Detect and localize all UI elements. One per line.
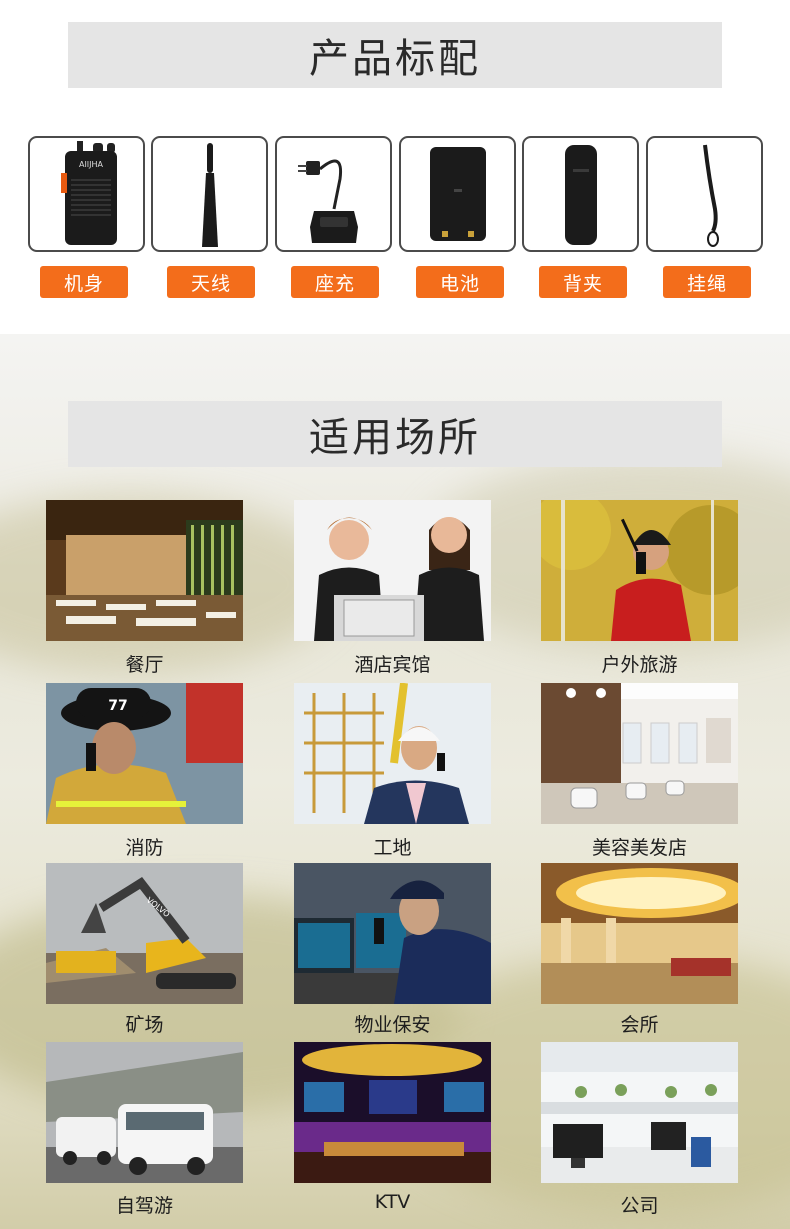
place-label-mine: 矿场 bbox=[125, 1014, 164, 1036]
construction-site-photo bbox=[294, 683, 491, 824]
hotel-reception-photo bbox=[294, 500, 491, 641]
antenna-icon bbox=[201, 143, 218, 247]
place-label-restaurant: 餐厅 bbox=[125, 654, 164, 676]
office-photo bbox=[541, 1042, 738, 1183]
battery-icon bbox=[429, 147, 486, 241]
walkie-talkie-body-icon: AIIJHA bbox=[60, 141, 117, 245]
desktop-charger-icon bbox=[297, 159, 358, 243]
helmet-number-text: 77 bbox=[108, 698, 127, 714]
club-lobby-photo bbox=[541, 863, 738, 1004]
accessory-card-charger[interactable] bbox=[275, 136, 392, 252]
place-label-construction: 工地 bbox=[373, 837, 412, 859]
places-title: 适用场所 bbox=[68, 401, 722, 467]
outdoor-travel-photo bbox=[541, 500, 738, 641]
mining-excavator-photo: VOLVO bbox=[46, 863, 243, 1004]
belt-clip-icon bbox=[564, 145, 597, 245]
place-label-ktv: KTV bbox=[374, 1191, 411, 1213]
accessory-card-antenna[interactable] bbox=[151, 136, 268, 252]
accessory-label-lanyard: 挂绳 bbox=[663, 266, 751, 298]
restaurant-photo bbox=[46, 500, 243, 641]
ktv-room-photo bbox=[294, 1042, 491, 1183]
place-label-fire: 消防 bbox=[125, 837, 164, 859]
security-guard-photo bbox=[294, 863, 491, 1004]
accessory-card-belt-clip[interactable] bbox=[522, 136, 639, 252]
accessory-label-battery: 电池 bbox=[416, 266, 504, 298]
accessory-card-body[interactable]: AIIJHA bbox=[28, 136, 145, 252]
firefighter-photo: 77 bbox=[46, 683, 243, 824]
place-label-office: 公司 bbox=[620, 1195, 659, 1217]
config-title: 产品标配 bbox=[68, 22, 722, 88]
place-label-hotel: 酒店宾馆 bbox=[354, 654, 431, 676]
radio-brand-text: AIIJHA bbox=[78, 160, 103, 169]
accessory-card-lanyard[interactable] bbox=[646, 136, 763, 252]
place-label-roadtrip: 自驾游 bbox=[115, 1195, 173, 1217]
accessory-label-belt-clip: 背夹 bbox=[539, 266, 627, 298]
place-label-club: 会所 bbox=[620, 1014, 659, 1036]
place-label-salon: 美容美发店 bbox=[591, 837, 687, 859]
accessory-label-body: 机身 bbox=[40, 266, 128, 298]
lanyard-icon bbox=[702, 144, 719, 247]
place-label-outdoor: 户外旅游 bbox=[601, 654, 678, 676]
place-label-security: 物业保安 bbox=[354, 1014, 431, 1036]
accessory-label-antenna: 天线 bbox=[167, 266, 255, 298]
product-config-section: 产品标配 AIIJHA 机身 天线 座充 电池 背夹 挂绳 bbox=[0, 0, 790, 334]
beauty-salon-photo bbox=[541, 683, 738, 824]
accessory-card-battery[interactable] bbox=[399, 136, 516, 252]
road-trip-photo bbox=[46, 1042, 243, 1183]
accessory-label-charger: 座充 bbox=[291, 266, 379, 298]
